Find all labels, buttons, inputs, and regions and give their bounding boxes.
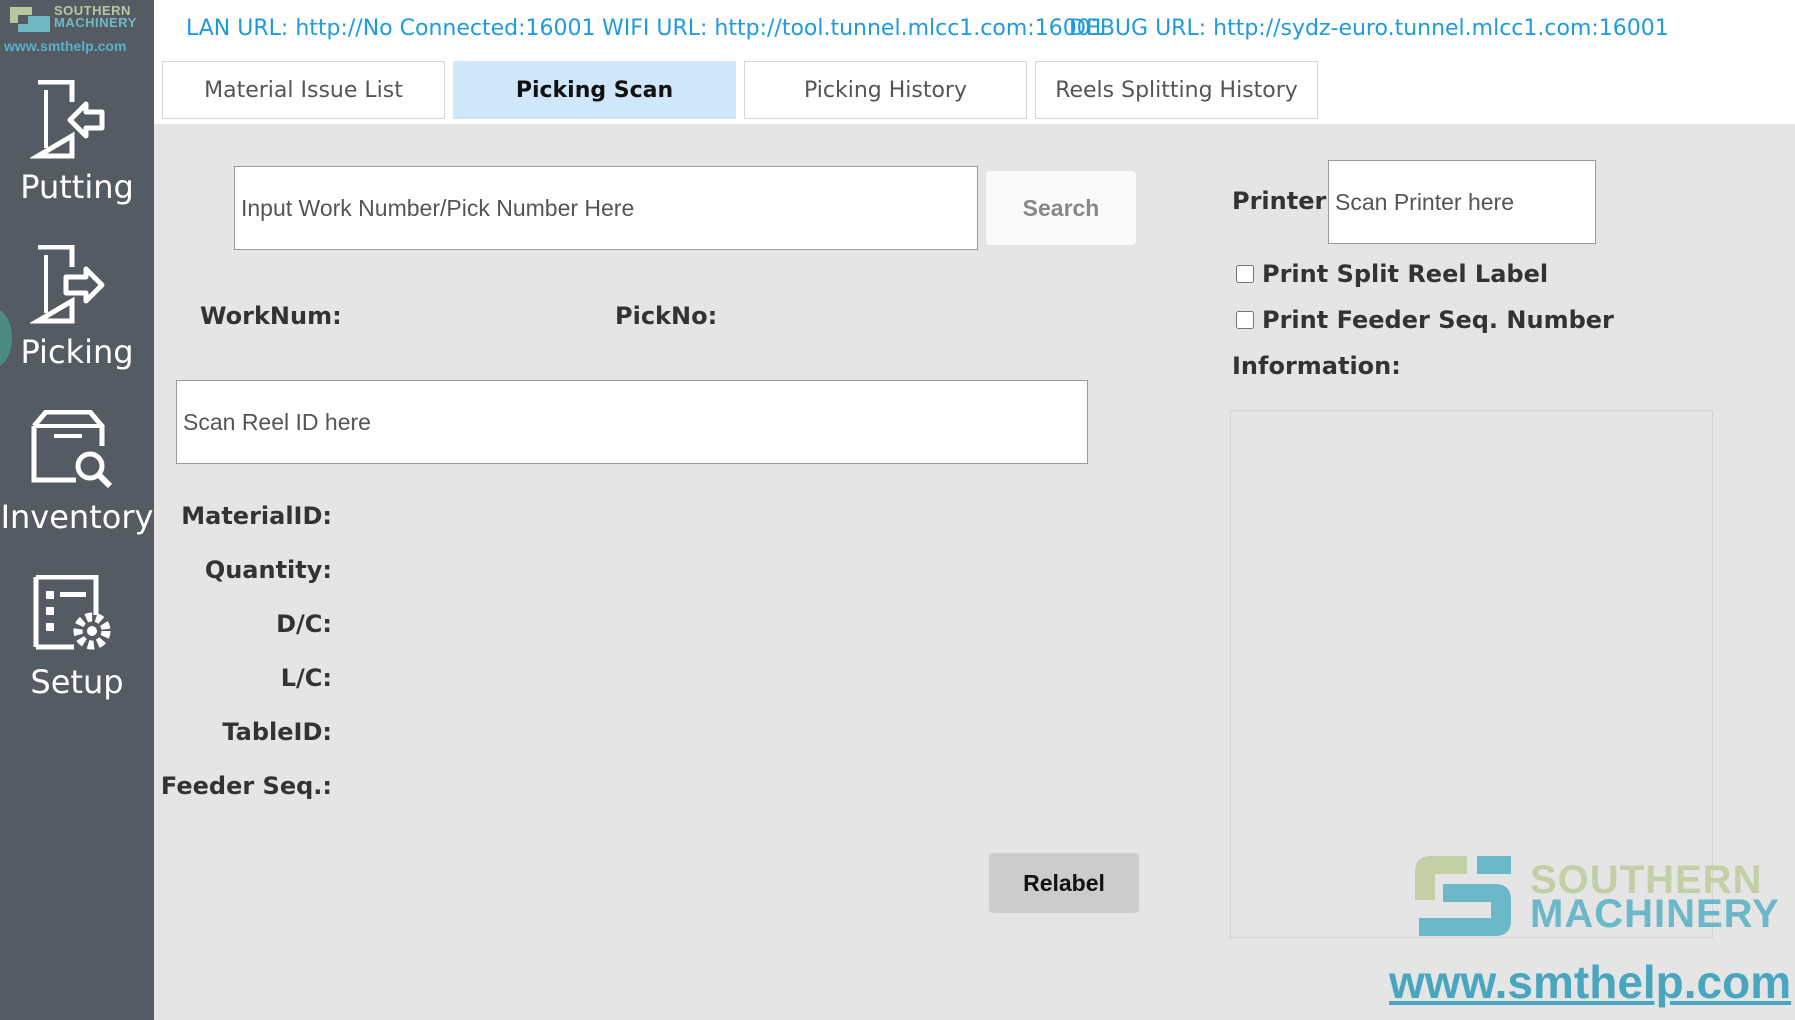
url-bar: LAN URL: http://No Connected:16001 WIFI … [154,0,1795,57]
watermark-url: www.smthelp.com [1389,956,1792,1008]
brand-logo-url: www.smthelp.com [4,38,127,54]
watermark: SOUTHERN MACHINERY www.smthelp.com [1389,850,1795,1020]
tab-reels-splitting-history[interactable]: Reels Splitting History [1035,61,1318,119]
sidebar-item-label: Putting [20,168,134,206]
wifi-url: WIFI URL: http://tool.tunnel.mlcc1.com:1… [602,16,1105,41]
tab-bar: Material Issue List Picking Scan Picking… [154,57,1795,124]
setup-icon [33,575,111,650]
sidebar-item-label: Inventory [0,498,154,536]
feeder-seq-label: Feeder Seq.: [160,772,332,800]
watermark-line2: MACHINERY [1530,892,1780,936]
table-id-label: TableID: [222,718,332,746]
sidebar-item-label: Picking [20,333,134,371]
printer-label: Printer: [1232,187,1336,215]
dc-label: D/C: [276,610,332,638]
relabel-button[interactable]: Relabel [989,853,1139,913]
printer-input[interactable] [1328,160,1596,244]
reel-id-input[interactable] [176,380,1088,464]
lan-url: LAN URL: http://No Connected:16001 [186,16,596,41]
brand-logo-line2: MACHINERY [54,15,137,30]
tab-picking-history[interactable]: Picking History [744,61,1027,119]
brand-logo-icon [10,7,50,32]
sidebar: SOUTHERN MACHINERY www.smthelp.com Putti… [0,0,154,1020]
sidebar-item-setup[interactable]: Setup [0,575,154,735]
sidebar-item-putting[interactable]: Putting [0,80,154,240]
lc-label: L/C: [280,664,332,692]
print-feeder-seq-label: Print Feeder Seq. Number [1262,306,1614,334]
pickno-label: PickNo: [615,302,718,330]
print-feeder-seq-checkbox[interactable] [1236,311,1254,329]
brand-logo: SOUTHERN MACHINERY www.smthelp.com [0,0,154,62]
inventory-icon [31,410,113,489]
material-id-label: MaterialID: [181,502,332,530]
print-split-reel-label: Print Split Reel Label [1262,260,1549,288]
tab-material-issue-list[interactable]: Material Issue List [162,61,445,119]
tab-picking-scan[interactable]: Picking Scan [453,61,736,119]
sidebar-item-inventory[interactable]: Inventory [0,410,154,570]
sidebar-item-picking[interactable]: Picking [0,245,154,405]
sidebar-item-label: Setup [30,663,124,701]
picking-icon [30,245,105,324]
debug-url: DEBUG URL: http://sydz-euro.tunnel.mlcc1… [1069,16,1669,41]
information-label: Information: [1232,352,1401,380]
watermark-logo-icon [1415,856,1511,936]
quantity-label: Quantity: [204,556,332,584]
worknum-label: WorkNum: [200,302,342,330]
search-button[interactable]: Search [986,171,1136,245]
print-split-reel-checkbox[interactable] [1236,265,1254,283]
work-number-input[interactable] [234,166,978,250]
putting-icon [30,80,105,159]
